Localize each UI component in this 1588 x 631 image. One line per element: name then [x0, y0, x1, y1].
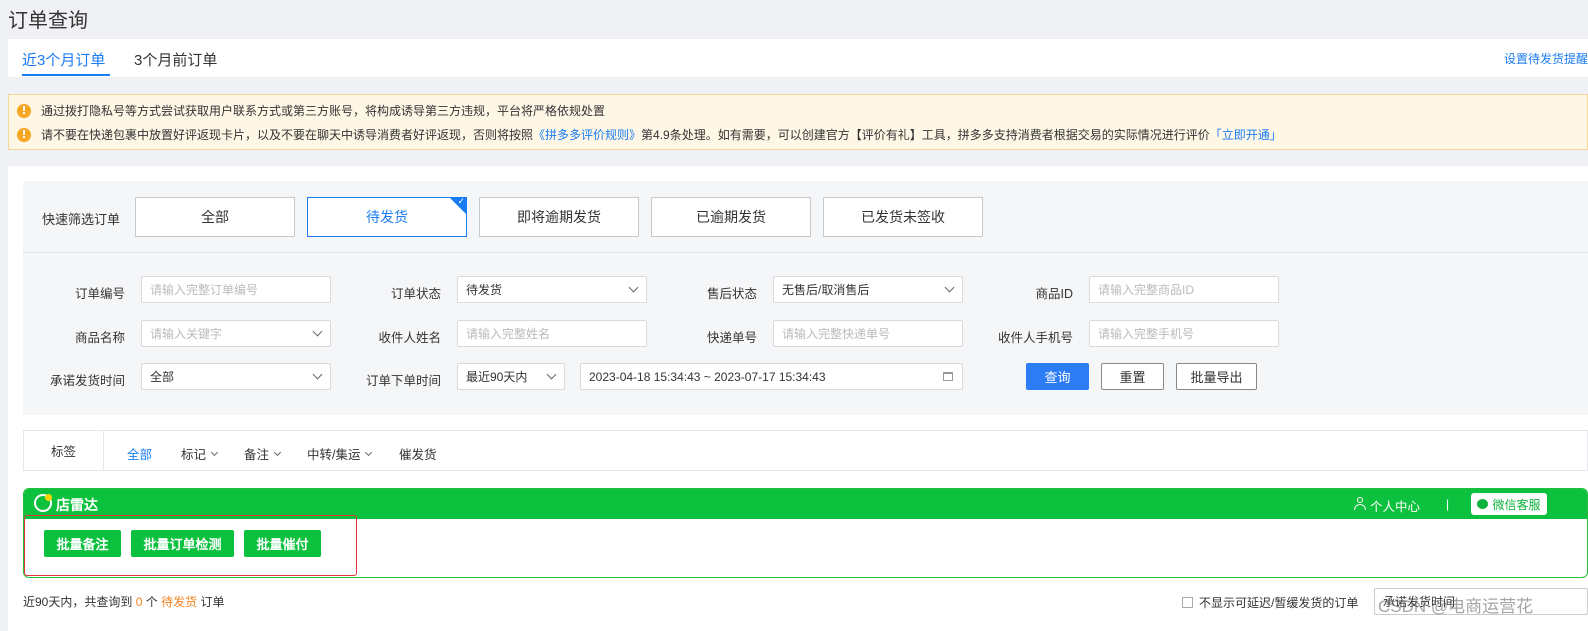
- quick-filter-label: 快速筛选订单: [42, 212, 121, 227]
- receiver-phone-input[interactable]: 请输入完整手机号: [1089, 320, 1279, 347]
- chevron-down-icon: [944, 282, 955, 293]
- wechat-service-button[interactable]: 微信客服: [1471, 493, 1547, 515]
- notice-text-2-prefix: 请不要在快递包裹中放置好评返现卡片，以及不要在聊天中诱导消费者好评返现，否则将按…: [41, 128, 534, 142]
- tag-transit-label: 中转/集运: [307, 448, 361, 462]
- plugin-title: 店雷达: [56, 497, 98, 513]
- summary-suffix: 订单: [200, 595, 225, 609]
- tag-transit[interactable]: 中转/集运: [307, 444, 373, 463]
- after-sale-value: 无售后/取消售后: [782, 283, 870, 297]
- hide-delayed-option[interactable]: 不显示可延迟/暂缓发货的订单: [1182, 594, 1358, 611]
- notice-text-1: 通过拨打隐私号等方式尝试获取用户联系方式或第三方账号，将构成诱导第三方违规，平台…: [41, 104, 606, 118]
- tab-older-than-3-months[interactable]: 3个月前订单: [134, 49, 217, 70]
- header-separator: |: [1446, 497, 1450, 511]
- order-status-label: 订单状态: [390, 287, 441, 301]
- order-time-range-select[interactable]: 最近90天内: [457, 363, 565, 390]
- calendar-icon: [943, 372, 953, 381]
- notice-text-2-middle: 第4.9条处理。如有需要，可以创建官方【评价有礼】工具，拼多多支持消费者根据交易…: [641, 128, 1210, 142]
- watermark: CSDN @电商运营花: [1378, 597, 1534, 616]
- chat-bubble-icon: [1477, 499, 1489, 509]
- shipping-reminder-settings-link[interactable]: 设置待发货提醒: [1504, 50, 1588, 67]
- notice-banner: ! 通过拨打隐私号等方式尝试获取用户联系方式或第三方账号，将构成诱导第三方违规，…: [8, 94, 1588, 150]
- order-no-label: 订单编号: [74, 287, 125, 301]
- after-sale-select[interactable]: 无售后/取消售后: [773, 276, 963, 303]
- tag-all[interactable]: 全部: [127, 444, 152, 463]
- product-name-select[interactable]: 请输入关键字: [141, 320, 331, 347]
- page-title: 订单查询: [8, 10, 88, 32]
- batch-export-button[interactable]: 批量导出: [1176, 363, 1257, 390]
- hide-delayed-checkbox[interactable]: [1182, 597, 1193, 608]
- chevron-down-icon: [312, 326, 323, 337]
- chevron-down-icon: [628, 282, 639, 293]
- tab-recent-3-months[interactable]: 近3个月订单: [22, 49, 105, 70]
- order-date-range-picker[interactable]: 2023-04-18 15:34:43 ~ 2023-07-17 15:34:4…: [580, 363, 963, 390]
- filter-area: 快速筛选订单 全部 待发货 ✓ 即将逾期发货 已逾期发货 已发货未签收 订单编号…: [23, 181, 1588, 415]
- chevron-down-icon: [365, 448, 373, 456]
- warning-icon: !: [17, 127, 31, 142]
- order-status-value: 待发货: [466, 283, 503, 297]
- product-name-label: 商品名称: [74, 331, 125, 345]
- radar-logo-dot: [45, 494, 52, 501]
- after-sale-label: 售后状态: [706, 287, 757, 301]
- order-date-range-value: 2023-04-18 15:34:43 ~ 2023-07-17 15:34:4…: [589, 369, 826, 384]
- order-time-label: 订单下单时间: [365, 374, 441, 388]
- review-rules-link[interactable]: 《拼多多评价规则》: [533, 126, 641, 143]
- summary-prefix: 近90天内，共查询到: [23, 595, 133, 609]
- summary-count: 0: [135, 595, 143, 609]
- receiver-name-label: 收件人姓名: [378, 331, 441, 345]
- tag-remark[interactable]: 备注: [244, 444, 282, 463]
- notice-line-1: ! 通过拨打隐私号等方式尝试获取用户联系方式或第三方账号，将构成诱导第三方违规，…: [17, 102, 605, 119]
- highlight-box: [24, 515, 357, 576]
- quick-filter-all[interactable]: 全部: [135, 197, 295, 237]
- tag-filter-bar: 标签 全部 标记 备注 中转/集运 催发货: [23, 430, 1588, 471]
- tag-mark-label: 标记: [181, 448, 207, 462]
- quick-filter-about-overdue[interactable]: 即将逾期发货: [479, 197, 639, 237]
- summary-status: 待发货: [161, 595, 198, 609]
- active-tab-indicator: [22, 74, 110, 76]
- tag-label: 标签: [24, 431, 104, 470]
- quick-filter-pending-shipment[interactable]: 待发货 ✓: [307, 196, 467, 237]
- personal-center-link[interactable]: 个人中心: [1370, 496, 1420, 515]
- filter-divider: [23, 252, 1588, 253]
- reset-button[interactable]: 重置: [1101, 363, 1164, 390]
- summary-unit: 个: [145, 595, 158, 609]
- order-status-select[interactable]: 待发货: [457, 276, 647, 303]
- chevron-down-icon: [546, 369, 557, 380]
- tracking-no-input[interactable]: 请输入完整快递单号: [773, 320, 963, 347]
- order-tabs: 近3个月订单 3个月前订单 设置待发货提醒: [8, 39, 1588, 77]
- receiver-name-input[interactable]: 请输入完整姓名: [457, 320, 647, 347]
- activate-now-link[interactable]: 「立即开通」: [1210, 126, 1282, 143]
- tracking-no-label: 快递单号: [706, 331, 757, 345]
- user-icon: [1354, 497, 1366, 510]
- quick-filter-label-text: 待发货: [366, 209, 408, 225]
- quick-filter-overdue[interactable]: 已逾期发货: [651, 197, 811, 237]
- promise-time-select[interactable]: 全部: [141, 363, 331, 390]
- chevron-down-icon: [210, 448, 219, 456]
- query-button[interactable]: 查询: [1026, 363, 1089, 390]
- product-id-input[interactable]: 请输入完整商品ID: [1089, 276, 1279, 303]
- chevron-down-icon: [312, 369, 323, 380]
- order-time-range-value: 最近90天内: [466, 370, 528, 384]
- product-id-label: 商品ID: [1035, 287, 1073, 301]
- tag-urge-shipment[interactable]: 催发货: [399, 444, 437, 463]
- notice-line-2: ! 请不要在快递包裹中放置好评返现卡片，以及不要在聊天中诱导消费者好评返现，否则…: [17, 126, 1282, 143]
- order-no-input[interactable]: 请输入完整订单编号: [141, 276, 331, 303]
- query-summary: 近90天内，共查询到 0 个 待发货 订单: [23, 593, 224, 610]
- check-icon: ✓: [457, 196, 465, 206]
- promise-time-value: 全部: [150, 370, 175, 384]
- hide-delayed-label: 不显示可延迟/暂缓发货的订单: [1199, 596, 1359, 610]
- warning-icon: !: [17, 103, 31, 118]
- wechat-service-label: 微信客服: [1492, 497, 1541, 512]
- tag-remark-label: 备注: [244, 448, 270, 462]
- tag-mark[interactable]: 标记: [181, 444, 219, 463]
- chevron-down-icon: [273, 448, 282, 456]
- receiver-phone-label: 收件人手机号: [997, 331, 1073, 345]
- promise-time-label: 承诺发货时间: [49, 374, 125, 388]
- product-name-placeholder: 请输入关键字: [150, 327, 223, 341]
- quick-filter-shipped-unsigned[interactable]: 已发货未签收: [823, 197, 983, 237]
